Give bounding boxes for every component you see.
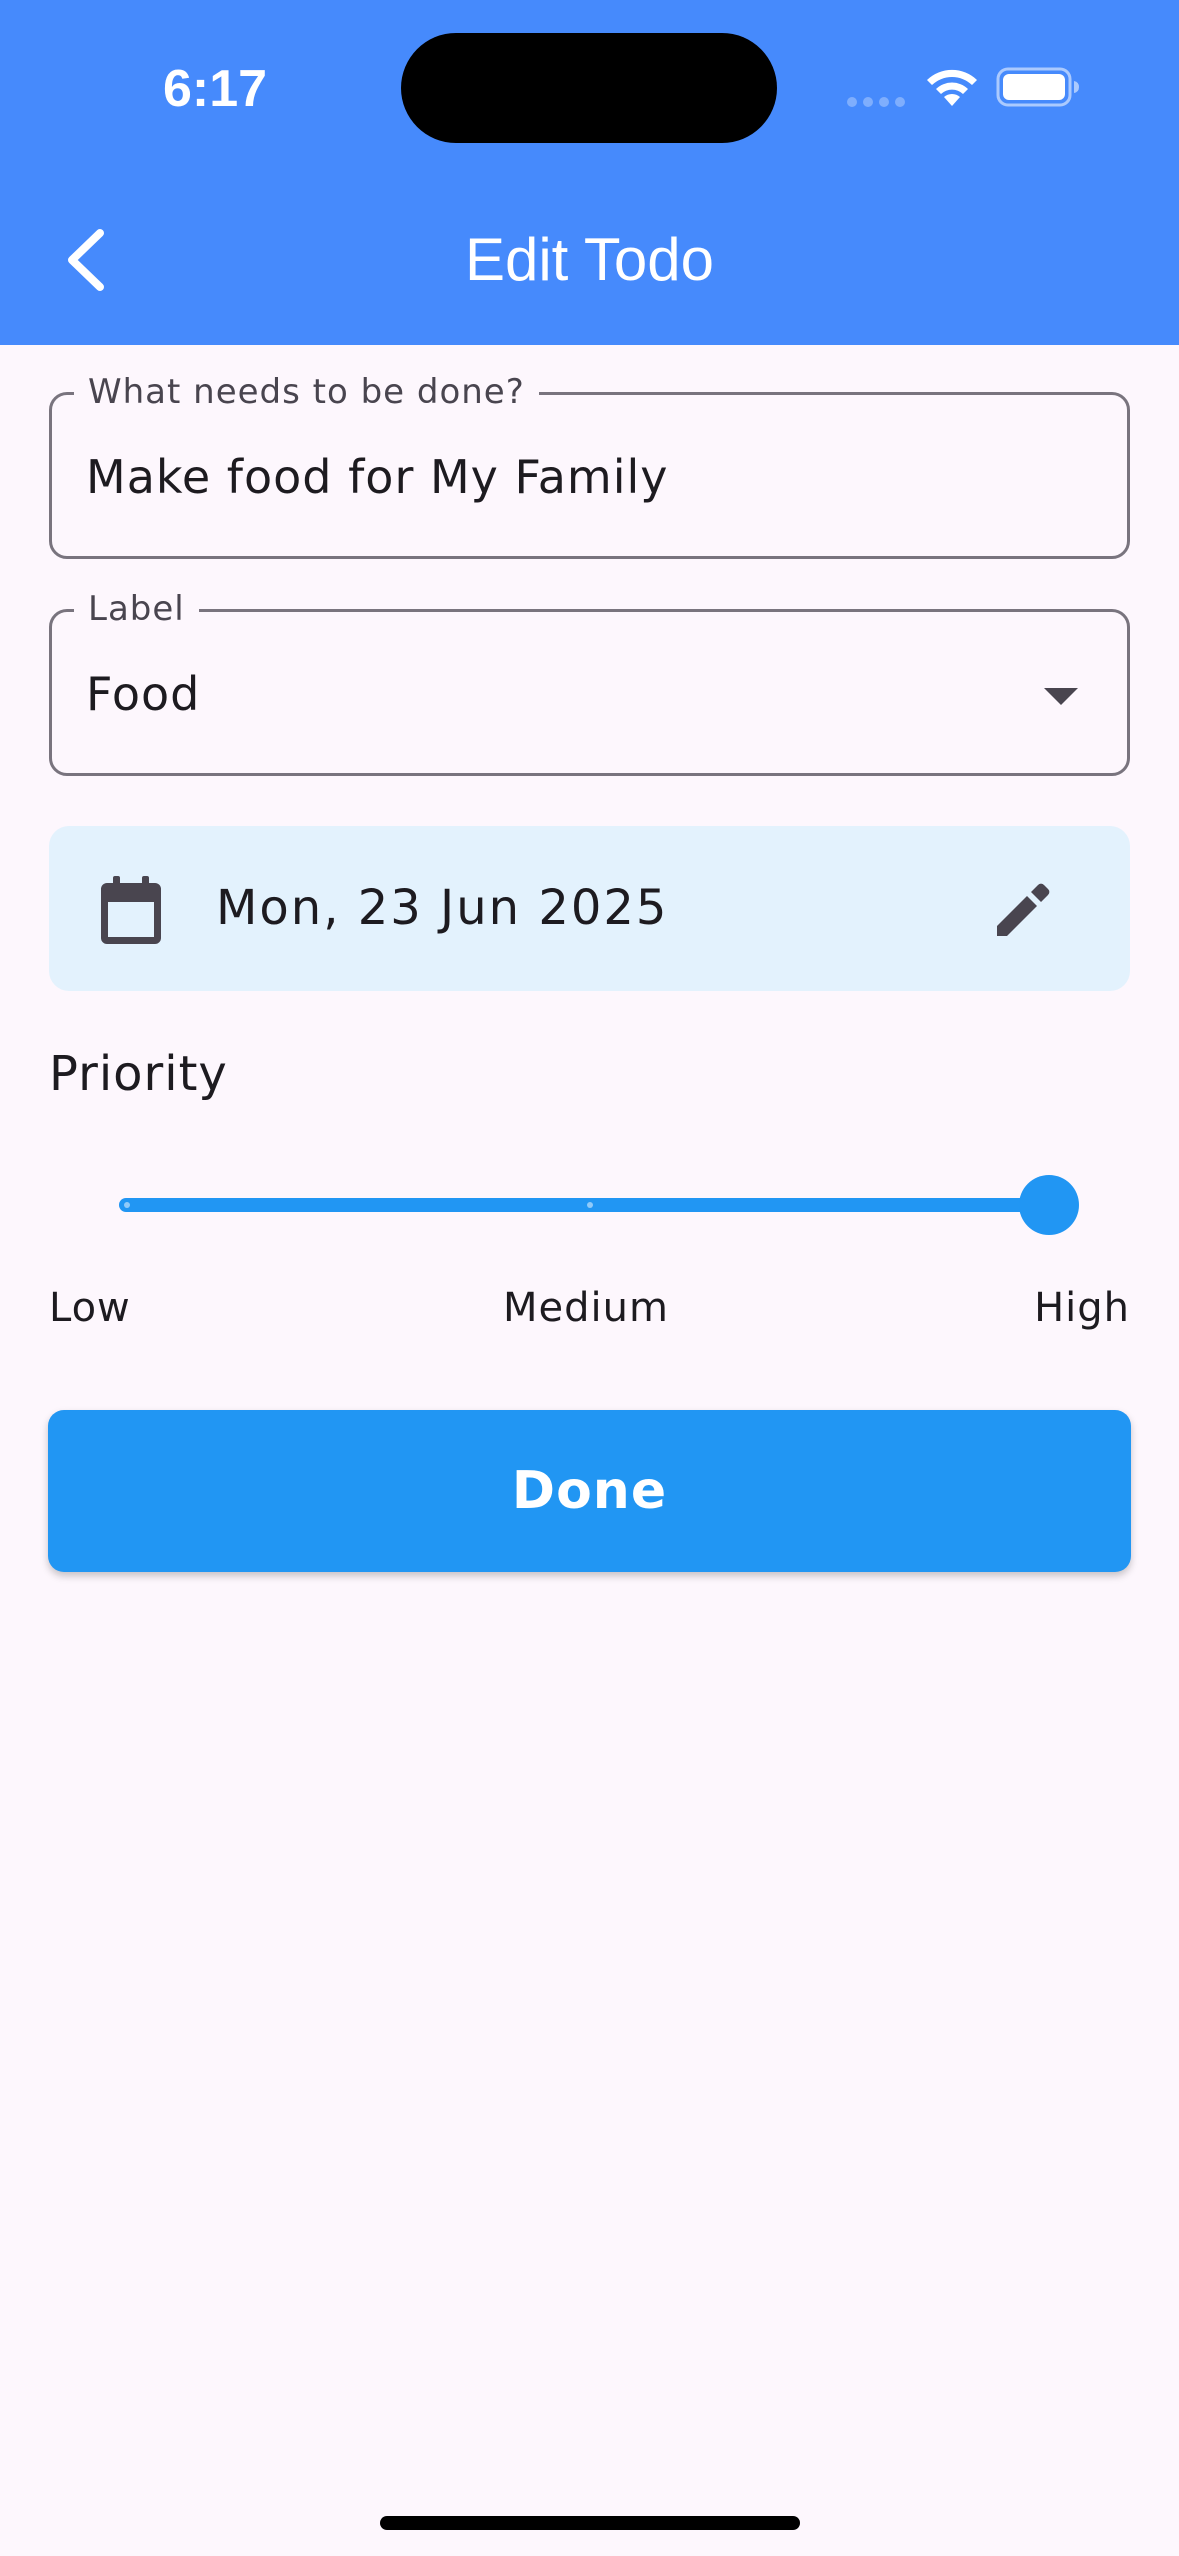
dynamic-island — [401, 33, 777, 143]
pencil-icon[interactable] — [993, 880, 1053, 940]
label-dropdown-label: Label — [74, 588, 199, 630]
slider-track — [119, 1198, 1049, 1212]
priority-label-high: High — [1034, 1285, 1130, 1331]
wifi-icon — [927, 69, 977, 106]
calendar-icon — [101, 876, 161, 944]
priority-heading: Priority — [49, 1046, 228, 1102]
slider-tick — [124, 1202, 130, 1208]
slider-thumb[interactable] — [1019, 1175, 1079, 1235]
todo-title-value[interactable]: Make food for My Family — [86, 447, 669, 507]
slider-tick — [587, 1202, 593, 1208]
label-dropdown-value: Food — [86, 667, 201, 721]
due-date-text: Mon, 23 Jun 2025 — [216, 880, 669, 936]
priority-label-low: Low — [49, 1285, 131, 1331]
dropdown-arrow-icon[interactable] — [1042, 686, 1080, 706]
priority-labels: Low Medium High — [49, 1280, 1130, 1340]
status-time: 6:17 — [162, 60, 268, 118]
home-indicator — [380, 2516, 800, 2530]
label-dropdown[interactable]: Label Food — [49, 588, 1130, 776]
due-date-card[interactable]: Mon, 23 Jun 2025 — [49, 826, 1130, 991]
priority-label-medium: Medium — [503, 1285, 669, 1331]
cellular-signal-icon — [847, 97, 905, 107]
todo-title-field[interactable]: What needs to be done? Make food for My … — [49, 371, 1130, 559]
todo-title-label: What needs to be done? — [74, 371, 539, 413]
app-bar: 6:17 Edit Todo — [0, 0, 1179, 345]
done-button[interactable]: Done — [48, 1410, 1131, 1572]
back-button[interactable] — [50, 215, 120, 305]
battery-icon — [996, 67, 1079, 107]
page-title: Edit Todo — [464, 226, 715, 293]
priority-slider[interactable] — [100, 1170, 1100, 1240]
